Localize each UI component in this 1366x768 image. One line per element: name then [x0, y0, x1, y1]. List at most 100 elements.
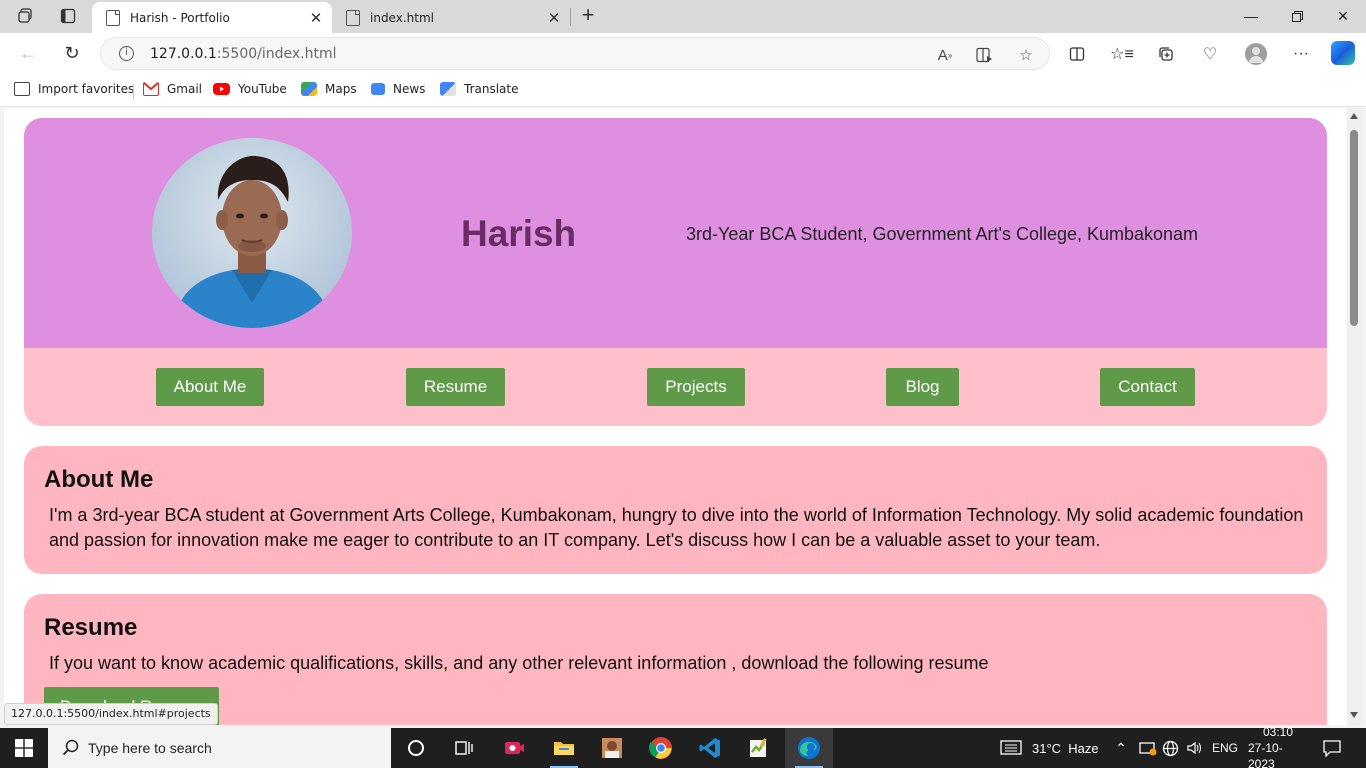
cortana-icon[interactable] — [392, 728, 440, 768]
fav-label: Gmail — [167, 82, 203, 96]
tab-actions-icon[interactable] — [56, 5, 80, 27]
read-aloud-icon[interactable]: A» — [934, 44, 956, 66]
vscode-icon[interactable] — [686, 728, 734, 768]
tab-divider — [570, 8, 571, 26]
status-bar-url: 127.0.0.1:5500/index.html#projects — [4, 703, 218, 725]
fav-translate[interactable]: Translate — [440, 82, 519, 96]
portfolio-nav: About Me Resume Projects Blog Contact — [24, 348, 1327, 426]
taskbar-search[interactable]: Type here to search — [48, 728, 391, 768]
about-text: I'm a 3rd-year BCA student at Government… — [49, 505, 1304, 550]
fav-import[interactable]: Import favorites — [14, 82, 134, 96]
nav-projects[interactable]: Projects — [647, 368, 745, 406]
page-icon — [346, 9, 360, 26]
volume-icon[interactable] — [1186, 728, 1204, 768]
notifications-icon[interactable] — [1322, 728, 1342, 768]
immersive-reader-icon[interactable] — [974, 44, 996, 66]
news-icon — [371, 83, 385, 95]
gmail-icon — [143, 82, 159, 96]
fav-label: Translate — [464, 82, 519, 96]
weather-widget[interactable]: 31°C Haze — [1000, 728, 1099, 768]
resume-section: Resume If you want to know academic qual… — [24, 594, 1327, 725]
nav-resume[interactable]: Resume — [406, 368, 505, 406]
file-explorer-icon[interactable] — [540, 728, 588, 768]
haze-icon — [1000, 740, 1022, 755]
edge-icon[interactable] — [785, 728, 833, 768]
translate-icon — [440, 82, 456, 96]
scroll-up-icon[interactable] — [1350, 113, 1358, 119]
restore-icon[interactable] — [1274, 0, 1320, 32]
address-bar[interactable]: i 127.0.0.1:5500/index.html A» ☆ — [100, 37, 1050, 70]
clock[interactable]: 03:10 27-10-2023 — [1248, 725, 1308, 768]
nav-contact[interactable]: Contact — [1100, 368, 1195, 406]
fav-news[interactable]: News — [371, 82, 425, 96]
clock-time: 03:10 — [1262, 725, 1294, 739]
fav-youtube[interactable]: YouTube — [213, 82, 287, 96]
resume-text: If you want to know academic qualificati… — [49, 653, 989, 673]
back-icon[interactable]: ← — [14, 41, 42, 65]
notepad-plus-icon[interactable] — [735, 728, 783, 768]
profile-photo — [152, 138, 352, 328]
browser-essentials-icon[interactable]: ♡ — [1198, 42, 1222, 66]
page-viewport: Harish 3rd-Year BCA Student, Government … — [4, 108, 1347, 725]
browser-title-bar: Harish - Portfolio ✕ index.html ✕ + — ✕ — [0, 0, 1366, 33]
close-window-icon[interactable]: ✕ — [1320, 0, 1366, 32]
portfolio-header: Harish 3rd-Year BCA Student, Government … — [24, 118, 1327, 426]
network-status-icon[interactable] — [1139, 728, 1157, 768]
profile-avatar[interactable] — [1245, 43, 1267, 65]
copilot-icon[interactable] — [1331, 41, 1355, 65]
minimize-icon[interactable]: — — [1228, 0, 1274, 32]
nav-blog[interactable]: Blog — [886, 368, 959, 406]
fav-maps[interactable]: Maps — [301, 82, 357, 96]
split-screen-icon[interactable] — [1065, 42, 1089, 66]
site-info-icon[interactable]: i — [119, 46, 134, 61]
windows-logo-icon — [15, 739, 33, 757]
page-icon — [106, 9, 120, 26]
maps-icon — [301, 82, 317, 96]
screen-recorder-icon[interactable] — [490, 728, 538, 768]
tab-title: Harish - Portfolio — [130, 10, 230, 25]
photos-app-icon[interactable] — [588, 728, 636, 768]
search-icon — [62, 739, 80, 762]
settings-more-icon[interactable]: ··· — [1289, 42, 1313, 66]
new-tab-icon[interactable]: + — [576, 4, 600, 28]
fav-label: News — [393, 82, 426, 96]
tab-portfolio[interactable]: Harish - Portfolio ✕ — [92, 2, 332, 33]
start-button[interactable] — [0, 728, 48, 768]
tab-index-html[interactable]: index.html ✕ — [332, 2, 570, 33]
close-tab-icon[interactable]: ✕ — [306, 9, 326, 27]
refresh-icon[interactable]: ↻ — [58, 41, 86, 65]
favorite-star-icon[interactable]: ☆ — [1015, 44, 1037, 66]
globe-icon[interactable] — [1162, 728, 1179, 768]
show-hidden-icons[interactable]: ⌃ — [1115, 728, 1127, 768]
page-scrollbar[interactable] — [1347, 108, 1362, 725]
favorites-bar: Import favorites Gmail YouTube Maps News… — [0, 73, 1366, 107]
youtube-icon — [213, 83, 230, 95]
tab-title: index.html — [370, 10, 434, 25]
profile-name: Harish — [461, 213, 577, 254]
scroll-down-icon[interactable] — [1350, 712, 1358, 718]
hero-banner: Harish 3rd-Year BCA Student, Government … — [24, 118, 1327, 348]
import-icon — [14, 82, 30, 96]
scrollbar-thumb[interactable] — [1350, 130, 1358, 326]
about-heading: About Me — [44, 466, 154, 493]
browser-toolbar: ← ↻ i 127.0.0.1:5500/index.html A» ☆ ☆≡ … — [0, 33, 1366, 73]
fav-label: Import favorites — [38, 82, 135, 96]
chrome-icon[interactable] — [637, 728, 685, 768]
windows-taskbar: Type here to search 31°C Haze ⌃ ENG 03:1… — [0, 725, 1366, 768]
about-section: About Me I'm a 3rd-year BCA student at G… — [24, 446, 1327, 574]
address-url[interactable]: 127.0.0.1:5500/index.html — [150, 46, 337, 62]
workspaces-icon[interactable] — [14, 5, 38, 27]
task-view-icon[interactable] — [440, 728, 488, 768]
fav-label: Maps — [325, 82, 357, 96]
nav-about-me[interactable]: About Me — [156, 368, 264, 406]
weather-text: 31°C Haze — [1032, 740, 1099, 756]
input-language[interactable]: ENG — [1212, 728, 1238, 768]
collections-icon[interactable] — [1154, 42, 1178, 66]
favorites-icon[interactable]: ☆≡ — [1110, 42, 1134, 66]
fav-gmail[interactable]: Gmail — [143, 82, 202, 96]
clock-date: 27-10-2023 — [1248, 741, 1283, 768]
search-placeholder: Type here to search — [88, 740, 212, 756]
close-tab-icon[interactable]: ✕ — [544, 9, 564, 27]
favorites-divider — [133, 84, 134, 100]
resume-heading: Resume — [44, 614, 138, 641]
